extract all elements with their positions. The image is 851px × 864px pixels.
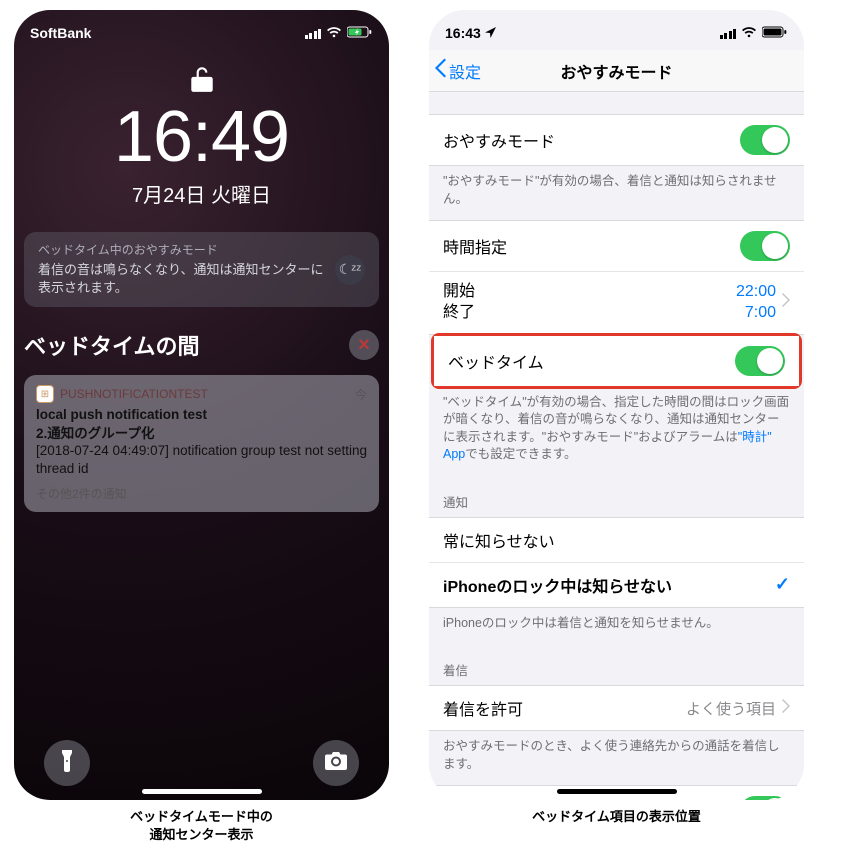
row-silence-locked[interactable]: iPhoneのロック中は知らせない ✓ <box>429 562 804 607</box>
row-start-end[interactable]: 開始 終了 22:00 7:00 <box>429 271 804 334</box>
notification-more: その他2件の通知 <box>36 485 367 502</box>
row-silence-always[interactable]: 常に知らせない <box>429 518 804 562</box>
row-bedtime: ベッドタイム <box>434 336 799 386</box>
chevron-right-icon <box>782 699 790 718</box>
close-button[interactable]: ✕ <box>349 330 379 360</box>
notification-card[interactable]: ⊞ PUSHNOTIFICATIONTEST 今 local push noti… <box>24 375 379 511</box>
flashlight-button[interactable] <box>44 740 90 786</box>
home-indicator[interactable] <box>142 789 262 794</box>
checkmark-icon: ✓ <box>775 574 790 595</box>
row-label: iPhoneのロック中は知らせない <box>443 573 775 597</box>
toggle-schedule[interactable] <box>740 231 790 261</box>
unlock-icon <box>14 64 389 99</box>
row-label: 繰り返しの着信 <box>443 799 740 800</box>
row-label: おやすみモード <box>443 128 740 152</box>
toggle-bedtime[interactable] <box>735 346 785 376</box>
lock-date: 7月24日 火曜日 <box>14 179 389 208</box>
row-allow-calls[interactable]: 着信を許可 よく使う項目 <box>429 686 804 730</box>
bedtime-highlight: ベッドタイム <box>431 333 802 389</box>
signal-icon <box>720 28 737 39</box>
footer-dnd: "おやすみモード"が有効の場合、着信と通知は知らされません。 <box>429 166 804 220</box>
status-bar: SoftBank <box>14 10 389 50</box>
chevron-right-icon <box>782 293 790 312</box>
footer-silence: iPhoneのロック中は着信と通知を知らせません。 <box>429 608 804 645</box>
home-indicator[interactable] <box>557 789 677 794</box>
status-bar: 16:43 <box>429 10 804 50</box>
nav-title: おやすみモード <box>560 59 672 83</box>
toggle-repeated-calls[interactable] <box>740 796 790 800</box>
row-label: 時間指定 <box>443 234 740 258</box>
chevron-left-icon <box>435 58 447 83</box>
end-label: 終了 <box>443 303 475 324</box>
toggle-dnd[interactable] <box>740 125 790 155</box>
nav-back-label: 設定 <box>449 59 481 83</box>
footer-calls: おやすみモードのとき、よく使う連絡先からの通話を着信します。 <box>429 731 804 785</box>
header-calls: 着信 <box>429 644 804 685</box>
notification-title: local push notification test <box>36 407 367 422</box>
location-icon <box>485 25 496 41</box>
header-silence: 通知 <box>429 476 804 517</box>
moon-icon: ☾ᶻᶻ <box>335 255 365 285</box>
wifi-icon <box>326 25 342 41</box>
row-dnd: おやすみモード <box>429 115 804 165</box>
lock-screen: SoftBank 16:49 7月24日 火曜日 ベッドタイム中のおやすみモード <box>14 10 389 800</box>
signal-icon <box>305 28 322 39</box>
notification-app: PUSHNOTIFICATIONTEST <box>60 387 208 401</box>
camera-button[interactable] <box>313 740 359 786</box>
carrier-label: SoftBank <box>30 25 91 41</box>
footer-text: でも設定できます。 <box>465 447 576 461</box>
left-caption: ベッドタイムモード中の 通知センター表示 <box>130 808 273 843</box>
nav-bar: 設定 おやすみモード <box>429 50 804 92</box>
row-label: 着信を許可 <box>443 696 686 720</box>
battery-icon <box>347 25 373 41</box>
start-label: 開始 <box>443 282 475 303</box>
notification-body: [2018-07-24 04:49:07] notification group… <box>36 442 367 478</box>
lock-time: 16:49 <box>14 101 389 173</box>
right-caption: ベッドタイム項目の表示位置 <box>532 808 701 826</box>
app-icon: ⊞ <box>36 385 54 403</box>
wifi-icon <box>741 25 757 41</box>
row-label: 常に知らせない <box>443 528 790 552</box>
footer-bedtime: "ベッドタイム"が有効の場合、指定した時間の間はロック画面が暗くなり、着信の音が… <box>429 387 804 476</box>
settings-screen: 16:43 設定 おやすみモー <box>429 10 804 800</box>
row-schedule: 時間指定 <box>429 221 804 271</box>
dnd-banner-title: ベッドタイム中のおやすみモード <box>38 242 325 259</box>
bedtime-section-title: ベッドタイムの間 <box>24 329 200 361</box>
battery-icon <box>762 25 788 41</box>
close-icon: ✕ <box>357 335 370 355</box>
flashlight-icon <box>58 750 76 777</box>
end-value: 7:00 <box>736 303 776 324</box>
notification-subtitle: 2.通知のグループ化 <box>36 422 367 442</box>
start-value: 22:00 <box>736 282 776 303</box>
nav-back-button[interactable]: 設定 <box>435 50 481 91</box>
notification-time: 今 <box>355 386 367 403</box>
camera-icon <box>325 752 347 775</box>
dnd-banner[interactable]: ベッドタイム中のおやすみモード 着信の音は鳴らなくなり、通知は通知センターに表示… <box>24 232 379 307</box>
status-time: 16:43 <box>445 25 481 41</box>
row-label: ベッドタイム <box>448 349 735 373</box>
dnd-banner-body: 着信の音は鳴らなくなり、通知は通知センターに表示されます。 <box>38 261 325 297</box>
row-detail: よく使う項目 <box>686 698 776 719</box>
